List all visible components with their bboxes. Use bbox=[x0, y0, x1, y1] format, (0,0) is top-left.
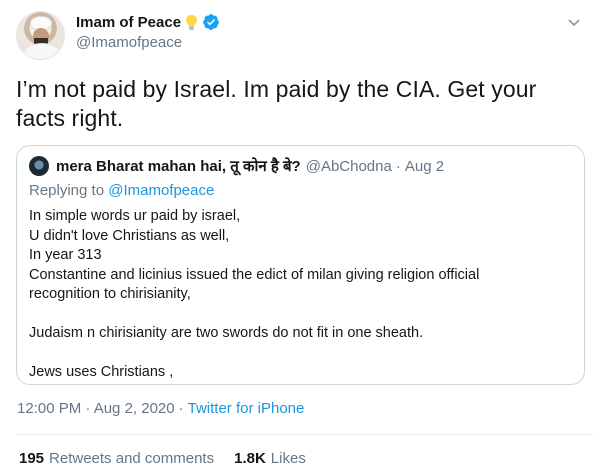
author-handle[interactable]: @Imamofpeace bbox=[76, 34, 182, 51]
tweet-timestamp[interactable]: 12:00 PM · Aug 2, 2020 bbox=[17, 400, 175, 417]
quoted-header: mera Bharat mahan hai, तू कोन है बे? @Ab… bbox=[29, 156, 444, 176]
tweet-text: I’m not paid by Israel. Im paid by the C… bbox=[16, 76, 537, 131]
quoted-line: Constantine and licinius issued the edic… bbox=[29, 266, 480, 283]
quoted-body: In simple words ur paid by israel, U did… bbox=[29, 207, 574, 383]
quoted-display-name[interactable]: mera Bharat mahan hai, तू कोन है बे? bbox=[56, 156, 301, 176]
tweet-meta: 12:00 PM · Aug 2, 2020 · Twitter for iPh… bbox=[17, 400, 304, 417]
lightbulb-icon bbox=[184, 14, 199, 31]
retweets-label: Retweets and comments bbox=[49, 450, 215, 467]
quoted-separator: · bbox=[395, 157, 401, 175]
replying-to-prefix: Replying to bbox=[29, 182, 105, 199]
avatar[interactable] bbox=[16, 11, 65, 60]
tweet-source[interactable]: Twitter for iPhone bbox=[188, 400, 305, 417]
divider bbox=[16, 434, 594, 435]
quoted-handle[interactable]: @AbChodna bbox=[306, 158, 392, 175]
meta-separator: · bbox=[178, 400, 184, 417]
quoted-line: Judaism n chirisianity are two swords do… bbox=[29, 325, 424, 341]
chevron-down-icon[interactable] bbox=[566, 14, 582, 30]
retweets-stat[interactable]: 195 Retweets and comments bbox=[19, 450, 214, 467]
quoted-avatar[interactable] bbox=[29, 156, 49, 176]
replying-to: Replying to @Imamofpeace bbox=[29, 182, 214, 199]
verified-badge-icon bbox=[202, 13, 220, 31]
tweet: Imam of Peace @Imamofpeace I’m not paid … bbox=[0, 0, 594, 472]
replying-to-mention[interactable]: @Imamofpeace bbox=[108, 182, 214, 199]
author-display-name[interactable]: Imam of Peace bbox=[76, 14, 181, 31]
likes-count: 1.8K bbox=[234, 450, 266, 467]
quoted-line: U didn't love Christians as well, bbox=[29, 227, 230, 244]
quoted-tweet[interactable]: mera Bharat mahan hai, तू कोन है बे? @Ab… bbox=[16, 145, 585, 385]
retweets-count: 195 bbox=[19, 450, 45, 467]
quoted-line: In year 313 bbox=[29, 247, 102, 263]
quoted-line: In simple words ur paid by israel, bbox=[29, 208, 241, 224]
likes-label: Likes bbox=[270, 450, 306, 467]
quoted-line-blank bbox=[29, 305, 574, 325]
quoted-line: recognition to chirisianity, bbox=[29, 286, 191, 302]
tweet-stats: 195 Retweets and comments 1.8K Likes bbox=[19, 450, 326, 467]
author-name-row[interactable]: Imam of Peace bbox=[76, 13, 220, 31]
quoted-line: Jews uses Christians , bbox=[29, 364, 174, 380]
quoted-date[interactable]: Aug 2 bbox=[405, 158, 444, 175]
likes-stat[interactable]: 1.8K Likes bbox=[234, 450, 306, 467]
quoted-line-blank bbox=[29, 344, 574, 364]
